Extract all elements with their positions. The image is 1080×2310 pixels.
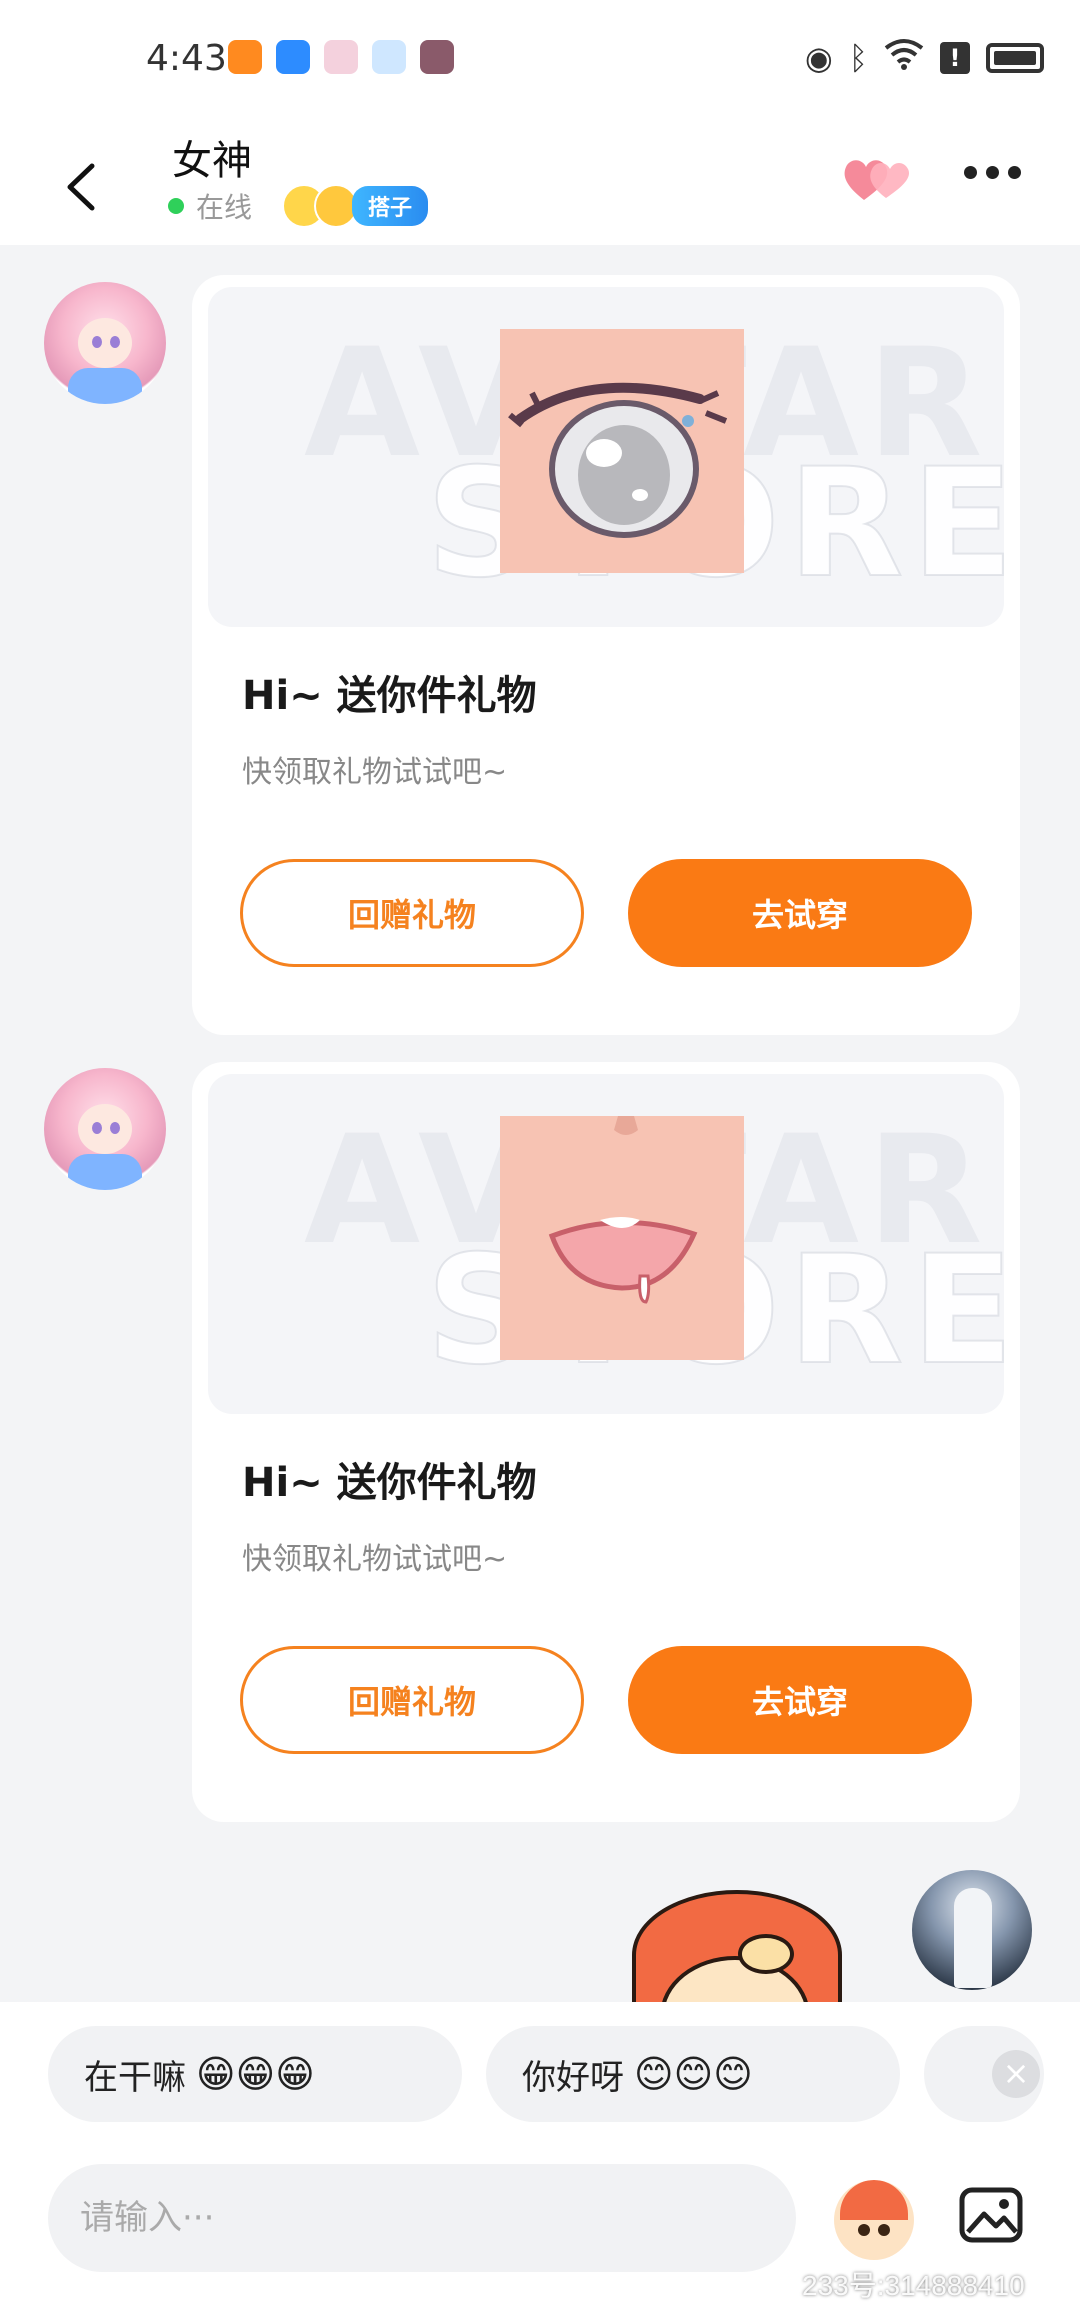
message-input[interactable] [48,2164,796,2272]
sticker-button-eye [878,2224,890,2236]
quick-reply-row: 在干嘛 😁😁😁 你好呀 😊😊😊 [48,2026,1044,2122]
more-dot-icon [964,166,977,179]
gift-subtitle: 快领取礼物试试吧~ [242,1542,508,1577]
qq-app-icon [372,40,406,74]
weather-app-icon [276,40,310,74]
browser-app-icon [324,40,358,74]
back-button[interactable] [54,140,114,230]
avatar-face [78,318,132,368]
tag-label: 搭子 [352,186,429,226]
quick-reply-chip[interactable]: 在干嘛 😁😁😁 [48,2026,462,2122]
avatar-eye [92,336,102,348]
my-avatar-figure [954,1888,992,1988]
status-bar: 4:43 ◉ ᛒ ! [0,0,1080,120]
try-on-button[interactable]: 去试穿 [628,1646,972,1754]
gift-message-card: AVATAR STORE Hi~ 送你件礼物 快领取礼物试试吧~ 回赠礼物 去试… [192,1062,1020,1822]
wifi-icon [884,38,924,78]
hearts-icon[interactable] [842,154,912,204]
try-on-button[interactable]: 去试穿 [628,859,972,967]
avatar-eye [92,1122,102,1134]
gift-preview[interactable]: AVATAR STORE [208,1074,1004,1414]
online-status: 在线 [196,191,253,224]
sender-avatar[interactable] [44,1068,166,1190]
chat-header: 女神 在线 搭子 [0,120,1080,245]
return-gift-button[interactable]: 回赠礼物 [240,859,584,967]
bluetooth-icon: ᛒ [848,39,868,77]
online-dot-icon [168,198,184,214]
quick-reply-text: 在干嘛 [84,2057,186,2098]
avatar-eye [110,336,120,348]
grin-emoji-icon: 😁😁😁 [196,2052,315,2096]
my-avatar[interactable] [912,1870,1032,1990]
more-dot-icon [986,166,999,179]
sticker-button-hat [840,2180,908,2220]
avatar-body [68,368,142,404]
chevron-left-icon [67,163,95,211]
quick-reply-chip[interactable]: 你好呀 😊😊😊 [486,2026,900,2122]
status-time: 4:43 [146,38,227,79]
sender-avatar[interactable] [44,282,166,404]
sent-sticker[interactable] [620,1886,850,2006]
status-indicators: ◉ ᛒ ! [805,38,1044,78]
more-dot-icon [1008,166,1021,179]
online-status-row: 在线 搭子 [168,184,429,228]
avatar-eye [110,1122,120,1134]
gift-title: Hi~ 送你件礼物 [242,1460,537,1506]
battery-icon [986,43,1044,73]
avatar-face [78,1104,132,1154]
avatar-body [68,1154,142,1190]
gift-preview[interactable]: AVATAR STORE [208,287,1004,627]
contact-name[interactable]: 女神 [172,128,252,186]
footer-watermark: 233号:314888410 [802,2270,1025,2301]
game-app-icon [420,40,454,74]
close-icon[interactable]: × [992,2050,1040,2098]
status-app-icons [228,40,454,74]
image-icon[interactable] [958,2182,1024,2248]
gift-message-card: AVATAR STORE Hi~ 送你件礼物 快领取礼物试试吧~ 回赠礼物 去试… [192,275,1020,1035]
return-gift-button[interactable]: 回赠礼物 [240,1646,584,1754]
video-app-icon [228,40,262,74]
sticker-button-eye [858,2224,870,2236]
gift-item-image [500,329,744,573]
more-options-button[interactable] [964,166,1021,179]
quick-reply-text: 你好呀 [522,2057,624,2098]
sticker-button[interactable] [834,2180,914,2260]
eye-icon: ◉ [804,39,833,77]
gift-title: Hi~ 送你件礼物 [242,673,537,719]
gift-subtitle: 快领取礼物试试吧~ [242,755,508,790]
relationship-tag[interactable]: 搭子 [282,184,429,228]
sticker-patch [738,1934,794,1974]
alert-icon: ! [940,42,970,74]
smile-emoji-icon: 😊😊😊 [634,2052,753,2096]
gift-item-image [500,1116,744,1360]
